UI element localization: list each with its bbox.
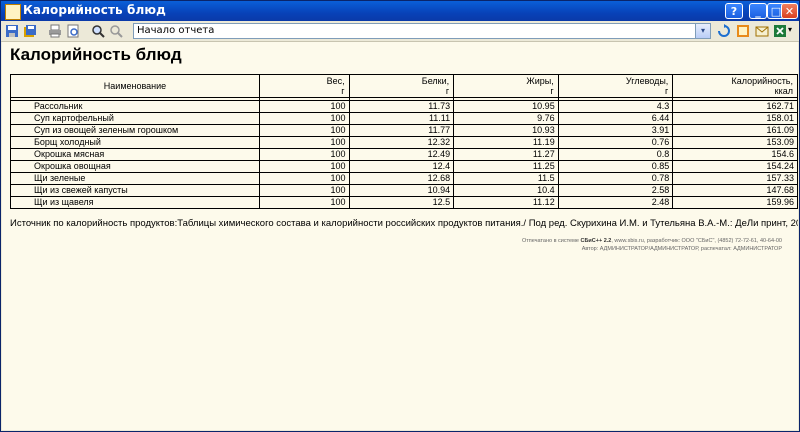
- address-dropdown-button[interactable]: ▾: [695, 24, 710, 38]
- cell-weight: 100: [258, 196, 350, 209]
- cell-carbs: 2.58: [557, 184, 674, 197]
- table-header-row: Наименование Вес, г Белки, г Жиры, г Угл…: [10, 74, 798, 98]
- table-row: Суп из овощей зеленым горошком 100 11.77 10…: [10, 124, 798, 137]
- cell-kcal: 154.24: [672, 160, 798, 173]
- cell-carbs: 0.85: [557, 160, 674, 173]
- cell-weight: 100: [258, 112, 350, 125]
- cell-weight: 100: [258, 148, 350, 161]
- report-content: Калорийность блюд Наименование Вес, г Бе…: [2, 42, 798, 430]
- cell-fat: 9.76: [453, 112, 559, 125]
- cell-name: Щи зеленые: [10, 172, 260, 185]
- cell-carbs: 6.44: [557, 112, 674, 125]
- cell-kcal: 158.01: [672, 112, 798, 125]
- find-next-icon[interactable]: [109, 24, 123, 38]
- cell-fat: 11.12: [453, 196, 559, 209]
- cell-kcal: 162.71: [672, 100, 798, 113]
- cell-kcal: 159.96: [672, 196, 798, 209]
- cell-fat: 11.5: [453, 172, 559, 185]
- table-row: Щи зеленые 100 12.68 11.5 0.78 157.33: [10, 172, 798, 185]
- cell-name: Рассольник: [10, 100, 260, 113]
- export-icon[interactable]: [736, 24, 750, 38]
- cell-fat: 10.95: [453, 100, 559, 113]
- excel-dropdown-icon[interactable]: ▾: [788, 25, 792, 34]
- cell-kcal: 157.33: [672, 172, 798, 185]
- cell-protein: 10.94: [348, 184, 455, 197]
- cell-fat: 11.27: [453, 148, 559, 161]
- cell-protein: 12.49: [348, 148, 455, 161]
- cell-name: Щи из свежей капусты: [10, 184, 260, 197]
- report-title: Калорийность блюд: [10, 45, 182, 64]
- footer-print-info: Отпечатано в системе СБиС++ 2.2, www.sbi…: [521, 238, 782, 244]
- cell-weight: 100: [258, 160, 350, 173]
- cell-protein: 12.68: [348, 172, 455, 185]
- cell-weight: 100: [258, 100, 350, 113]
- col-protein-header: Белки, г: [348, 74, 455, 98]
- cell-protein: 11.73: [348, 100, 455, 113]
- print-icon[interactable]: [48, 24, 62, 38]
- col-carbs-header: Углеводы, г: [557, 74, 674, 98]
- cell-kcal: 147.68: [672, 184, 798, 197]
- cell-name: Суп из овощей зеленым горошком: [10, 124, 260, 137]
- table-row: Щи из свежей капусты 100 10.94 10.4 2.58 147.…: [10, 184, 798, 197]
- col-fat-header: Жиры, г: [453, 74, 559, 98]
- cell-weight: 100: [258, 124, 350, 137]
- save-as-icon[interactable]: [23, 24, 37, 38]
- cell-fat: 10.4: [453, 184, 559, 197]
- source-note: Источник по калорийность продуктов:Табли…: [10, 218, 798, 229]
- cell-weight: 100: [258, 136, 350, 149]
- minimize-button[interactable]: _: [749, 3, 767, 19]
- table-row: Суп картофельный 100 11.11 9.76 6.44 158.01: [10, 112, 798, 125]
- table-row: Рассольник 100 11.73 10.95 4.3 162.71: [10, 100, 798, 113]
- cell-name: Окрошка мясная: [10, 148, 260, 161]
- table-row: Щи из щавеля 100 12.5 11.12 2.48 159.96: [10, 196, 798, 209]
- cell-weight: 100: [258, 184, 350, 197]
- address-combobox[interactable]: Начало отчета ▾: [133, 23, 711, 39]
- cell-carbs: 2.48: [557, 196, 674, 209]
- table-row: Окрошка мясная 100 12.49 11.27 0.8 154.6: [10, 148, 798, 161]
- cell-name: Щи из щавеля: [10, 196, 260, 209]
- table-row: Борщ холодный 100 12.32 11.19 0.76 153.09: [10, 136, 798, 149]
- footer-author-info: Автор: АДМИНИСТРАТОР/АДМИНИСТРАТОР, расп…: [581, 246, 782, 252]
- email-icon[interactable]: [755, 24, 769, 38]
- cell-carbs: 0.8: [557, 148, 674, 161]
- cell-protein: 12.32: [348, 136, 455, 149]
- col-name-header: Наименование: [10, 74, 260, 98]
- cell-carbs: 0.76: [557, 136, 674, 149]
- cell-fat: 11.25: [453, 160, 559, 173]
- title-bar[interactable]: Калорийность блюд ? _ □ ✕: [1, 1, 799, 21]
- calorie-table: Наименование Вес, г Белки, г Жиры, г Угл…: [10, 74, 798, 209]
- help-button[interactable]: ?: [725, 3, 743, 19]
- col-weight-header: Вес, г: [258, 74, 350, 98]
- save-icon[interactable]: [5, 24, 19, 38]
- address-value: Начало отчета: [137, 25, 215, 36]
- refresh-icon[interactable]: [717, 24, 731, 38]
- excel-icon[interactable]: [773, 24, 787, 38]
- cell-kcal: 154.6: [672, 148, 798, 161]
- cell-weight: 100: [258, 172, 350, 185]
- window-title: Калорийность блюд: [23, 3, 166, 17]
- cell-fat: 11.19: [453, 136, 559, 149]
- cell-kcal: 161.09: [672, 124, 798, 137]
- report-window: Калорийность блюд ? _ □ ✕ Начало отчета …: [0, 0, 800, 432]
- cell-carbs: 4.3: [557, 100, 674, 113]
- cell-name: Борщ холодный: [10, 136, 260, 149]
- cell-name: Окрошка овощная: [10, 160, 260, 173]
- cell-protein: 11.11: [348, 112, 455, 125]
- cell-carbs: 3.91: [557, 124, 674, 137]
- cell-carbs: 0.78: [557, 172, 674, 185]
- close-button[interactable]: ✕: [781, 3, 798, 19]
- cell-fat: 10.93: [453, 124, 559, 137]
- app-icon: [5, 4, 21, 20]
- toolbar: Начало отчета ▾ ▾: [1, 21, 799, 42]
- table-row: Окрошка овощная 100 12.4 11.25 0.85 154.24: [10, 160, 798, 173]
- cell-protein: 11.77: [348, 124, 455, 137]
- find-icon[interactable]: [91, 24, 105, 38]
- cell-protein: 12.4: [348, 160, 455, 173]
- cell-name: Суп картофельный: [10, 112, 260, 125]
- cell-kcal: 153.09: [672, 136, 798, 149]
- print-preview-icon[interactable]: [66, 24, 80, 38]
- cell-protein: 12.5: [348, 196, 455, 209]
- col-kcal-header: Калорийность, ккал: [672, 74, 798, 98]
